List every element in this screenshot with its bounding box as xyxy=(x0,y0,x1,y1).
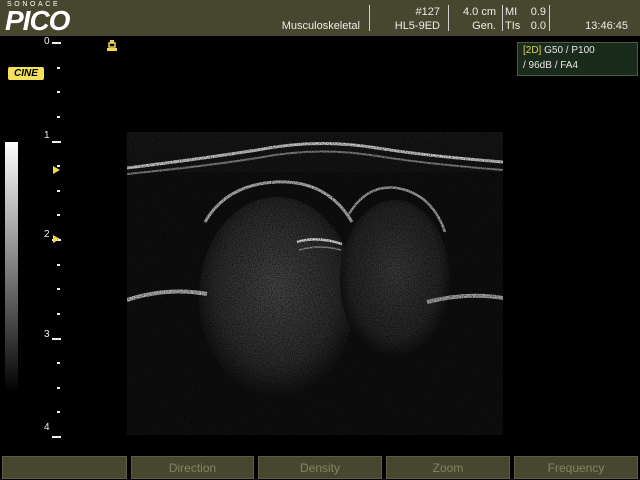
ruler-major-tick xyxy=(52,42,61,44)
ruler-minor-tick xyxy=(57,362,60,365)
softkey-bar: Direction Density Zoom Frequency xyxy=(0,455,640,480)
ruler-minor-tick xyxy=(57,386,60,389)
dynamic-range-frame-avg: / 96dB / FA4 xyxy=(523,60,579,71)
mi-value: 0.9 xyxy=(530,6,546,18)
ruler-major-tick xyxy=(52,140,61,143)
tis-value: 0.0 xyxy=(530,20,546,32)
ruler-minor-tick xyxy=(57,411,60,414)
softkey-direction[interactable]: Direction xyxy=(131,456,254,479)
mode-tag: [2D] xyxy=(523,45,542,56)
ruler-minor-tick xyxy=(57,288,60,291)
probe-name[interactable]: HL5-9ED xyxy=(395,19,440,33)
softkey-zoom[interactable]: Zoom xyxy=(386,456,510,479)
probe-marker-icon xyxy=(107,40,117,51)
depth-readout: 4.0 cm xyxy=(462,6,496,18)
depth-label-2: 2 xyxy=(44,229,50,240)
image-number: #127 xyxy=(415,6,440,18)
ultrasound-image[interactable] xyxy=(127,132,503,435)
ruler-minor-tick xyxy=(57,115,60,118)
softkey-1[interactable] xyxy=(2,456,127,479)
imaging-parameters: [2D] G50 / P100 / 96dB / FA4 xyxy=(517,42,638,76)
depth-label-3: 3 xyxy=(44,329,50,340)
ruler-major-tick xyxy=(52,436,61,438)
depth-ruler: 0 1 2 3 4 xyxy=(0,36,70,446)
softkey-frequency[interactable]: Frequency xyxy=(514,456,638,479)
ruler-minor-tick xyxy=(57,66,60,69)
frequency-mode: Gen. xyxy=(472,20,496,32)
ruler-minor-tick xyxy=(57,214,60,217)
depth-label-0: 0 xyxy=(44,36,50,47)
softkey-density[interactable]: Density xyxy=(258,456,382,479)
ruler-minor-tick xyxy=(57,263,60,266)
focus-marker-icon[interactable] xyxy=(53,235,60,243)
cine-badge[interactable]: CINE xyxy=(8,67,44,80)
ruler-minor-tick xyxy=(57,189,60,192)
header-divider xyxy=(502,5,503,31)
mi-label: MI xyxy=(505,6,518,18)
clock: 13:46:45 xyxy=(585,20,628,32)
header-divider xyxy=(369,5,370,31)
tis-label: TIs xyxy=(505,20,521,32)
ruler-minor-tick xyxy=(57,91,60,94)
gain-power: G50 / P100 xyxy=(544,45,595,56)
header-divider xyxy=(448,5,449,31)
header-divider xyxy=(549,5,550,31)
ruler-minor-tick xyxy=(57,312,60,315)
ruler-major-tick xyxy=(52,337,61,340)
depth-label-4: 4 xyxy=(44,422,50,433)
application-preset[interactable]: Musculoskeletal xyxy=(282,19,360,33)
brand-logo: PICO xyxy=(5,5,70,36)
depth-label-1: 1 xyxy=(44,130,50,141)
header-bar: SONOACE PICO Musculoskeletal #127 HL5-9E… xyxy=(0,0,640,36)
focus-marker-icon[interactable] xyxy=(53,166,60,175)
